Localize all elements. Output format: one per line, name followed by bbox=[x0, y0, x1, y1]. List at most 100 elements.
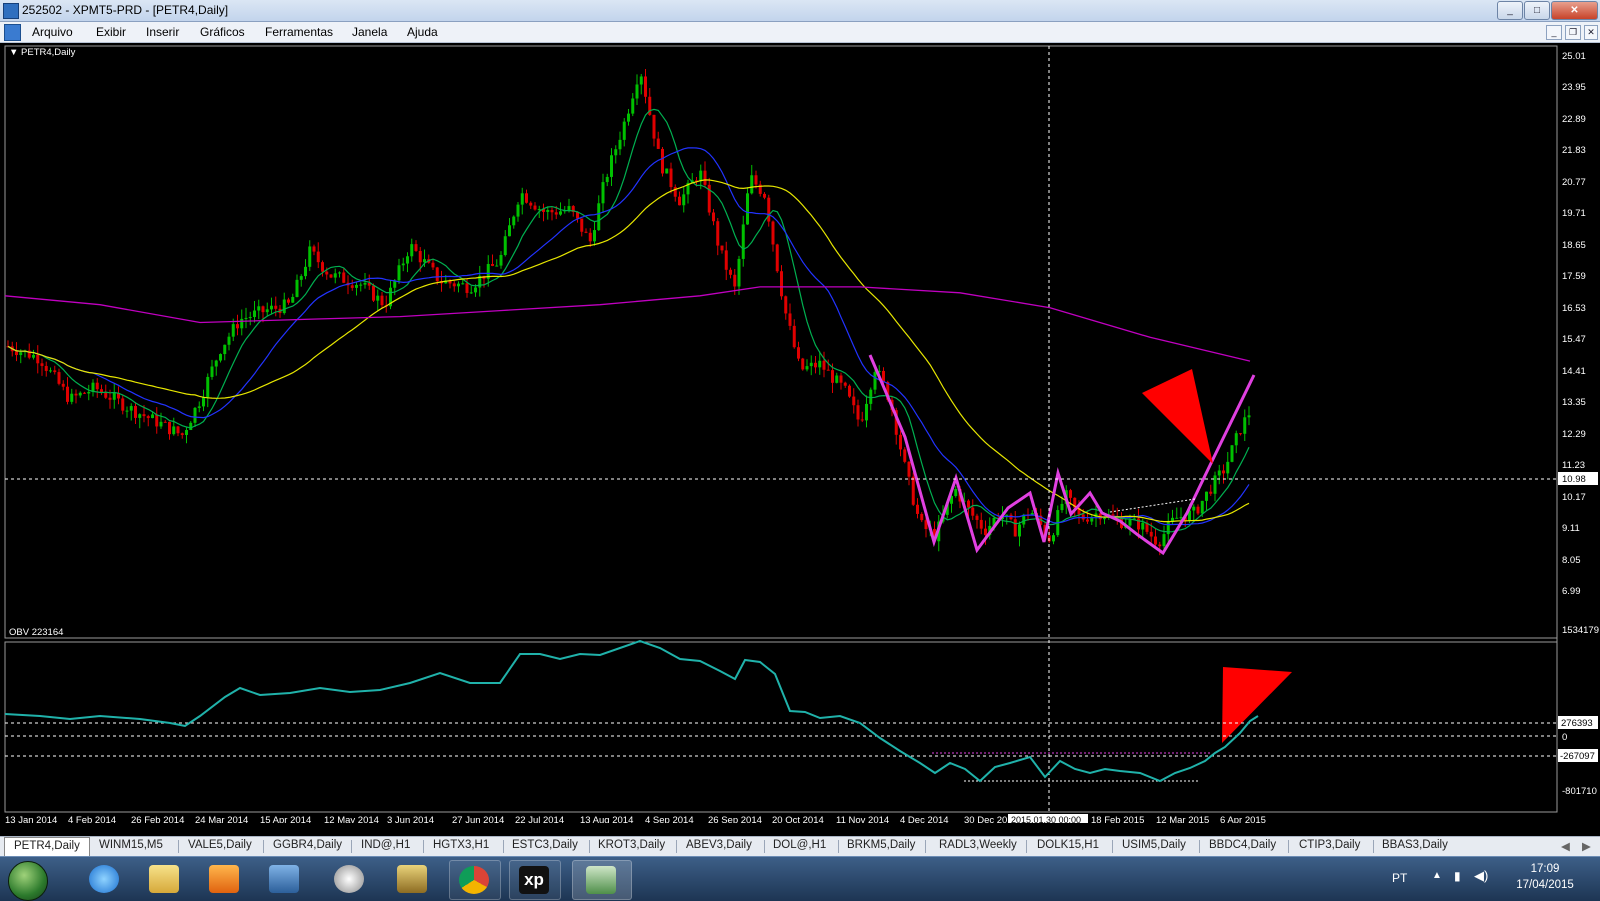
menu-exibir[interactable]: Exibir bbox=[96, 25, 126, 39]
tab-ggbr4-daily[interactable]: GGBR4,Daily bbox=[273, 839, 342, 851]
candle-body bbox=[312, 246, 316, 252]
candle-body bbox=[418, 250, 422, 263]
tab-hgtx3-h1[interactable]: HGTX3,H1 bbox=[433, 839, 489, 851]
internet-explorer-icon[interactable] bbox=[80, 860, 130, 898]
clock[interactable]: 17:09 17/04/2015 bbox=[1500, 861, 1590, 893]
candle-body bbox=[104, 392, 108, 398]
candle-body bbox=[151, 414, 154, 419]
price-tick: 9.11 bbox=[1562, 523, 1580, 534]
media-player-icon[interactable] bbox=[200, 860, 250, 898]
date-tick: 15 Apr 2014 bbox=[260, 815, 311, 823]
archive-icon[interactable] bbox=[388, 860, 438, 898]
chart-window-icon[interactable] bbox=[4, 24, 21, 41]
candle-body bbox=[36, 354, 40, 364]
candle-body bbox=[809, 362, 813, 367]
price-chart[interactable]: ▼ PETR4,Daily OBV 223164 25.01 23.95 22.… bbox=[0, 43, 1600, 823]
candle-body bbox=[737, 258, 741, 287]
show-hidden-icons-icon[interactable]: ▲ bbox=[1432, 870, 1442, 881]
candle-body bbox=[112, 392, 116, 400]
tab-scroll-left-icon[interactable]: ◀ bbox=[1561, 839, 1570, 853]
candle-body bbox=[1217, 470, 1221, 476]
mdi-minimize-button[interactable]: _ bbox=[1546, 25, 1562, 40]
system-tray: PT ▲ ▮ ◀) 17:09 17/04/2015 bbox=[1360, 857, 1600, 901]
candle-body bbox=[435, 267, 439, 282]
tab-dolk15-h1[interactable]: DOLK15,H1 bbox=[1037, 839, 1099, 851]
candle-body bbox=[741, 224, 745, 259]
candle-body bbox=[406, 256, 409, 264]
mdi-restore-button[interactable]: ❐ bbox=[1565, 25, 1581, 40]
metatrader-icon[interactable] bbox=[572, 860, 632, 900]
price-tick: 23.95 bbox=[1562, 82, 1586, 93]
candle-body bbox=[661, 148, 664, 174]
price-tick: 25.01 bbox=[1562, 51, 1586, 62]
windows-taskbar: xp PT ▲ ▮ ◀) 17:09 17/04/2015 bbox=[0, 856, 1600, 901]
candle-body bbox=[546, 210, 550, 212]
candle-body bbox=[210, 366, 214, 377]
tab-separator bbox=[1373, 840, 1374, 853]
menu-arquivo[interactable]: Arquivo bbox=[32, 25, 73, 39]
ma-mid-line bbox=[7, 147, 1250, 526]
tab-radl3-weekly[interactable]: RADL3,Weekly bbox=[939, 839, 1017, 851]
candle-body bbox=[244, 317, 248, 319]
obv-tick: -267097 bbox=[1560, 751, 1595, 762]
file-explorer-icon[interactable] bbox=[140, 860, 190, 898]
candle-body bbox=[733, 274, 737, 287]
tab-usim5-daily[interactable]: USIM5,Daily bbox=[1122, 839, 1186, 851]
candle-body bbox=[899, 434, 902, 450]
windows-start-icon[interactable] bbox=[8, 861, 48, 901]
candle-body bbox=[635, 84, 639, 99]
candle-body bbox=[1162, 534, 1166, 547]
chrome-icon[interactable] bbox=[449, 860, 501, 900]
xp-icon[interactable]: xp bbox=[509, 860, 561, 900]
candle-body bbox=[1205, 491, 1208, 501]
tab-ctip3-daily[interactable]: CTIP3,Daily bbox=[1299, 839, 1360, 851]
date-tick: 22 Jul 2014 bbox=[515, 815, 564, 823]
candle-body bbox=[1013, 519, 1017, 537]
tab-petr4-daily[interactable]: PETR4,Daily bbox=[4, 837, 90, 857]
price-tick: 13.35 bbox=[1562, 397, 1586, 408]
tab-winm15-m5[interactable]: WINM15,M5 bbox=[99, 839, 163, 851]
tab-estc3-daily[interactable]: ESTC3,Daily bbox=[512, 839, 578, 851]
candle-body bbox=[299, 276, 303, 280]
volume-icon[interactable]: ◀) bbox=[1474, 868, 1488, 884]
menu-ferramentas[interactable]: Ferramentas bbox=[265, 25, 333, 39]
tab-bbdc4-daily[interactable]: BBDC4,Daily bbox=[1209, 839, 1276, 851]
candle-body bbox=[287, 299, 290, 303]
minimize-button[interactable]: _ bbox=[1497, 1, 1523, 20]
candle-body bbox=[767, 197, 771, 222]
moving-averages bbox=[4, 108, 1251, 533]
menu-ajuda[interactable]: Ajuda bbox=[407, 25, 438, 39]
remote-app-icon[interactable] bbox=[260, 860, 310, 898]
date-tick: 11 Nov 2014 bbox=[836, 815, 889, 823]
candle-body bbox=[724, 250, 728, 270]
candle-body bbox=[414, 244, 418, 251]
language-indicator[interactable]: PT bbox=[1392, 871, 1407, 885]
candle-body bbox=[180, 433, 184, 435]
close-button[interactable]: ✕ bbox=[1551, 1, 1598, 20]
obv-tick: 1534179 bbox=[1562, 625, 1599, 636]
red-arrow-price[interactable] bbox=[1142, 369, 1213, 464]
candle-body bbox=[1213, 475, 1217, 494]
menu-graficos[interactable]: Gráficos bbox=[200, 25, 245, 39]
candle-body bbox=[746, 193, 749, 225]
maximize-button[interactable]: □ bbox=[1524, 1, 1550, 20]
tab-ind-h1[interactable]: IND@,H1 bbox=[361, 839, 410, 851]
menu-janela[interactable]: Janela bbox=[352, 25, 387, 39]
tab-separator bbox=[1112, 840, 1113, 853]
candle-body bbox=[155, 414, 159, 427]
tab-separator bbox=[503, 840, 504, 853]
tab-dol-h1[interactable]: DOL@,H1 bbox=[773, 839, 826, 851]
tab-abev3-daily[interactable]: ABEV3,Daily bbox=[686, 839, 752, 851]
red-arrow-obv[interactable] bbox=[1222, 667, 1292, 743]
neckline-dashed bbox=[1109, 498, 1196, 513]
menu-inserir[interactable]: Inserir bbox=[146, 25, 179, 39]
candle-body bbox=[61, 383, 65, 387]
hp-icon[interactable] bbox=[325, 860, 375, 898]
tab-vale5-daily[interactable]: VALE5,Daily bbox=[188, 839, 252, 851]
tab-scroll-right-icon[interactable]: ▶ bbox=[1582, 839, 1591, 853]
tab-bbas3-daily[interactable]: BBAS3,Daily bbox=[1382, 839, 1448, 851]
mdi-close-button[interactable]: ✕ bbox=[1584, 25, 1598, 40]
tab-brkm5-daily[interactable]: BRKM5,Daily bbox=[847, 839, 915, 851]
tab-krot3-daily[interactable]: KROT3,Daily bbox=[598, 839, 665, 851]
network-icon[interactable]: ▮ bbox=[1454, 869, 1461, 883]
